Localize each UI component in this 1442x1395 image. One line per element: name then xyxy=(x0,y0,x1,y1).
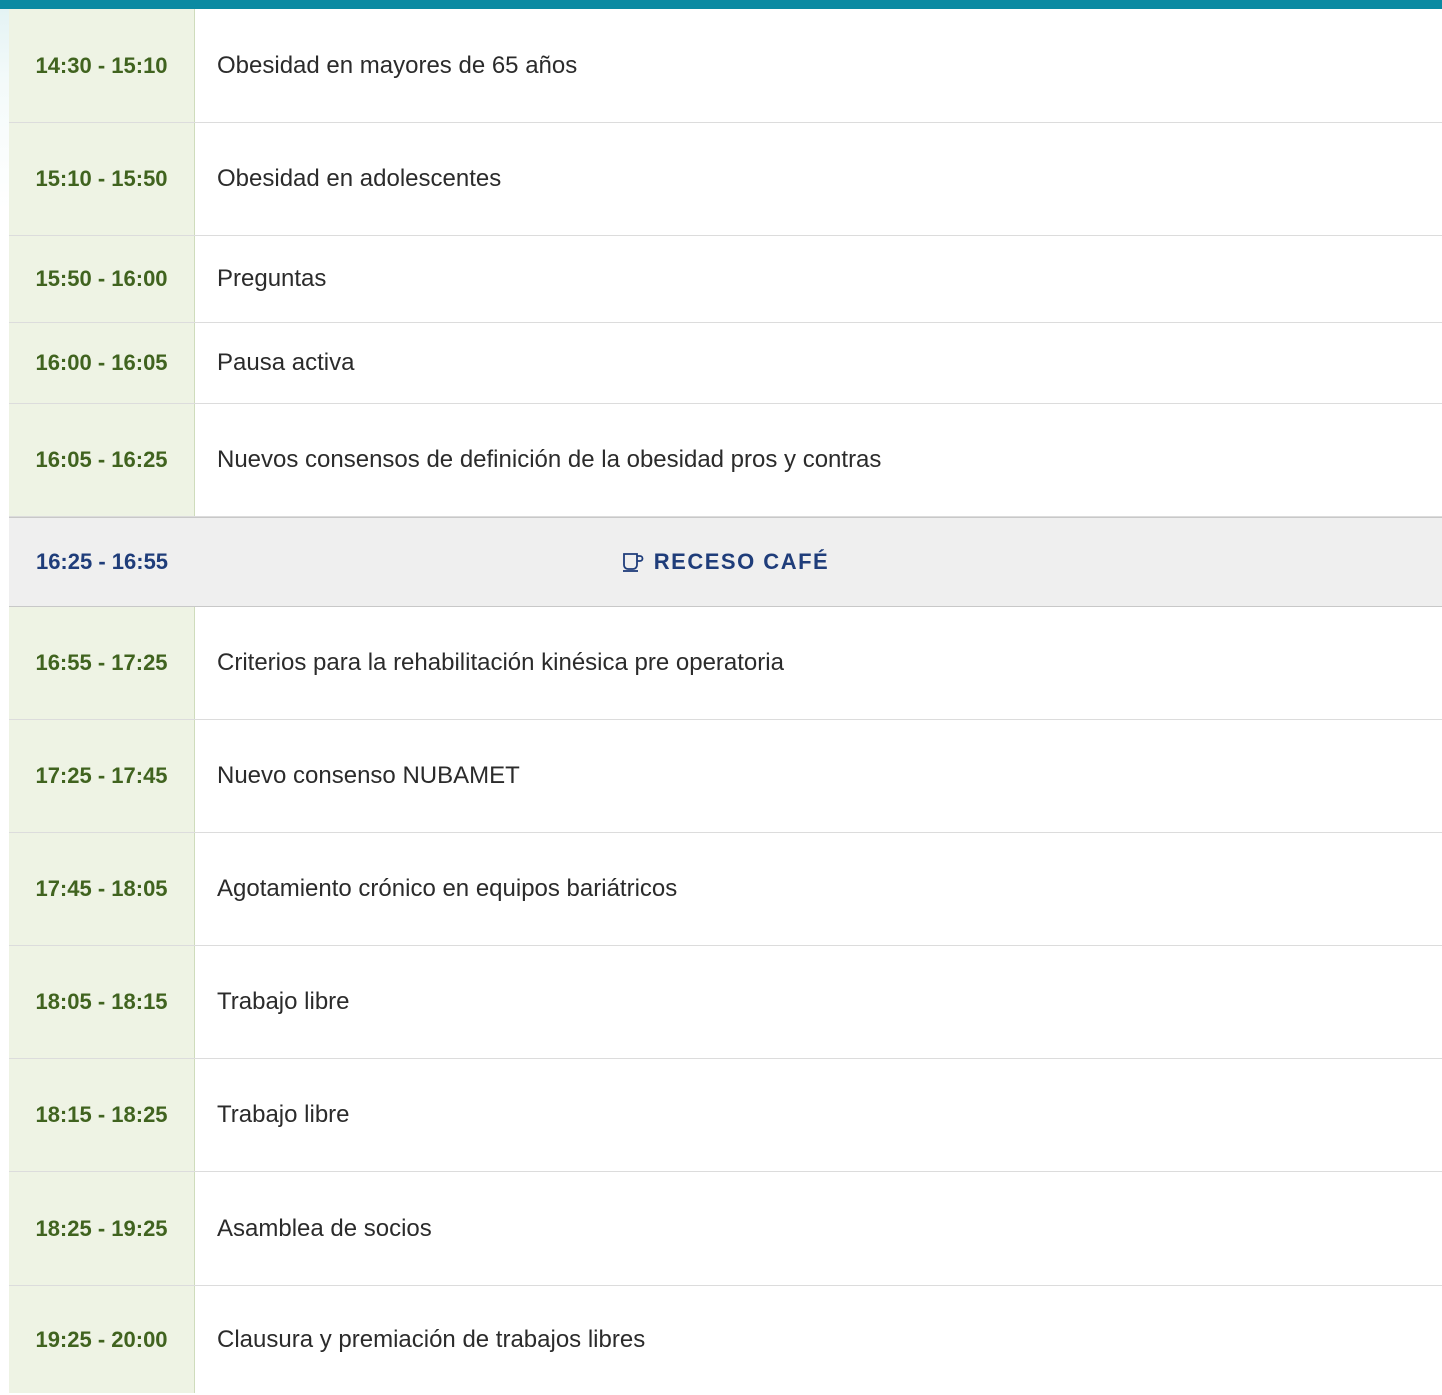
left-decorative-strip xyxy=(0,9,9,1395)
break-title: RECESO CAFÉ xyxy=(653,549,830,574)
schedule-row: 14:30 - 15:10 Obesidad en mayores de 65 … xyxy=(9,9,1442,123)
time-cell: 18:25 - 19:25 xyxy=(9,1172,195,1285)
time-cell: 18:05 - 18:15 xyxy=(9,946,195,1058)
session-title: Preguntas xyxy=(217,265,327,292)
schedule-row: 18:15 - 18:25 Trabajo libre xyxy=(9,1059,1442,1172)
session-title: Obesidad en adolescentes xyxy=(217,165,502,192)
break-label: RECESO CAFÉ xyxy=(195,518,1442,606)
schedule-row: 16:55 - 17:25 Criterios para la rehabili… xyxy=(9,607,1442,720)
coffee-break-row: 16:25 - 16:55 RECESO CAFÉ xyxy=(9,517,1442,607)
top-accent-bar xyxy=(0,0,1442,9)
schedule-row: 18:25 - 19:25 Asamblea de socios xyxy=(9,1172,1442,1286)
session-title: Asamblea de socios xyxy=(217,1214,432,1242)
time-cell: 15:50 - 16:00 xyxy=(9,236,195,322)
schedule-row: 19:25 - 20:00 Clausura y premiación de t… xyxy=(9,1286,1442,1393)
session-title: Trabajo libre xyxy=(217,1101,350,1128)
schedule-row: 18:05 - 18:15 Trabajo libre xyxy=(9,946,1442,1059)
session-title: Criterios para la rehabilitación kinésic… xyxy=(217,649,784,676)
time-cell: 18:15 - 18:25 xyxy=(9,1059,195,1171)
session-title: Pausa activa xyxy=(217,349,355,376)
session-title: Agotamiento crónico en equipos bariátric… xyxy=(217,875,678,902)
time-cell: 16:05 - 16:25 xyxy=(9,404,195,516)
session-title: Trabajo libre xyxy=(217,988,350,1015)
time-cell: 17:25 - 17:45 xyxy=(9,720,195,832)
schedule-row: 15:50 - 16:00 Preguntas xyxy=(9,236,1442,323)
session-title: Nuevo consenso NUBAMET xyxy=(217,762,520,789)
schedule-row: 15:10 - 15:50 Obesidad en adolescentes xyxy=(9,123,1442,236)
schedule-row: 17:25 - 17:45 Nuevo consenso NUBAMET xyxy=(9,720,1442,833)
time-cell: 17:45 - 18:05 xyxy=(9,833,195,945)
time-cell: 19:25 - 20:00 xyxy=(9,1286,195,1393)
schedule-row: 17:45 - 18:05 Agotamiento crónico en equ… xyxy=(9,833,1442,946)
session-title: Obesidad en mayores de 65 años xyxy=(217,51,578,79)
session-title: Clausura y premiación de trabajos libres xyxy=(217,1325,646,1353)
time-cell: 15:10 - 15:50 xyxy=(9,123,195,235)
time-cell: 16:00 - 16:05 xyxy=(9,323,195,403)
time-cell: 16:55 - 17:25 xyxy=(9,607,195,719)
schedule-row: 16:05 - 16:25 Nuevos consensos de defini… xyxy=(9,404,1442,517)
session-title: Nuevos consensos de definición de la obe… xyxy=(217,446,882,473)
time-cell: 16:25 - 16:55 xyxy=(9,518,195,606)
schedule-row: 16:00 - 16:05 Pausa activa xyxy=(9,323,1442,404)
coffee-cup-icon xyxy=(622,552,644,572)
time-cell: 14:30 - 15:10 xyxy=(9,9,195,122)
schedule-table: 14:30 - 15:10 Obesidad en mayores de 65 … xyxy=(9,9,1442,1393)
